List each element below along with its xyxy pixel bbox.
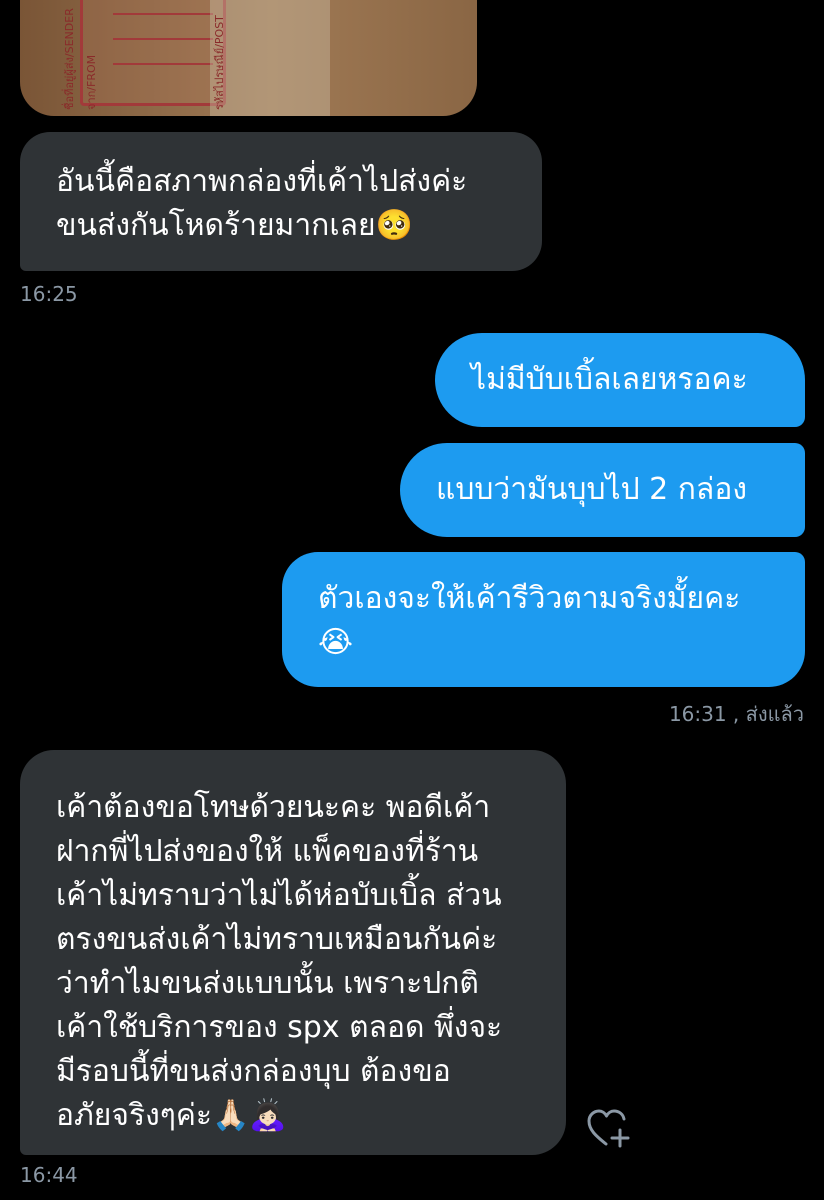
outgoing-message[interactable]: ไม่มีบับเบิ้ลเลยหรอคะ: [435, 333, 805, 427]
label-text-post: รหัสไปรษณีย์/POST: [213, 15, 226, 110]
incoming-message[interactable]: อันนี้คือสภาพกล่องที่เค้าไปส่งค่ะ ขนส่งก…: [20, 132, 542, 271]
shipping-label: [80, 0, 226, 106]
label-text-sender: ชื่อที่อยู่ผู้ส่ง/SENDER: [63, 8, 76, 110]
label-line: [113, 13, 213, 15]
outgoing-message[interactable]: แบบว่ามันบุบไป 2 กล่อง: [400, 443, 805, 537]
label-line: [113, 38, 213, 40]
outgoing-message[interactable]: ตัวเองจะให้เค้ารีวิวตามจริงมั้ยคะ 😭: [282, 552, 805, 687]
incoming-message[interactable]: เค้าต้องขอโทษด้วยนะคะ พอดีเค้า ฝากพี่ไปส…: [20, 750, 566, 1155]
heart-plus-icon[interactable]: [586, 1108, 632, 1148]
message-timestamp: 16:25: [20, 282, 78, 306]
message-timestamp: 16:44: [20, 1163, 78, 1187]
label-text-from: จาก/FROM: [85, 54, 98, 110]
packing-tape: [210, 0, 330, 116]
photo-attachment[interactable]: ชื่อที่อยู่ผู้ส่ง/SENDER จาก/FROM รหัสไป…: [20, 0, 477, 116]
message-timestamp-status: 16:31 , ส่งแล้ว: [668, 702, 804, 726]
label-line: [113, 63, 213, 65]
